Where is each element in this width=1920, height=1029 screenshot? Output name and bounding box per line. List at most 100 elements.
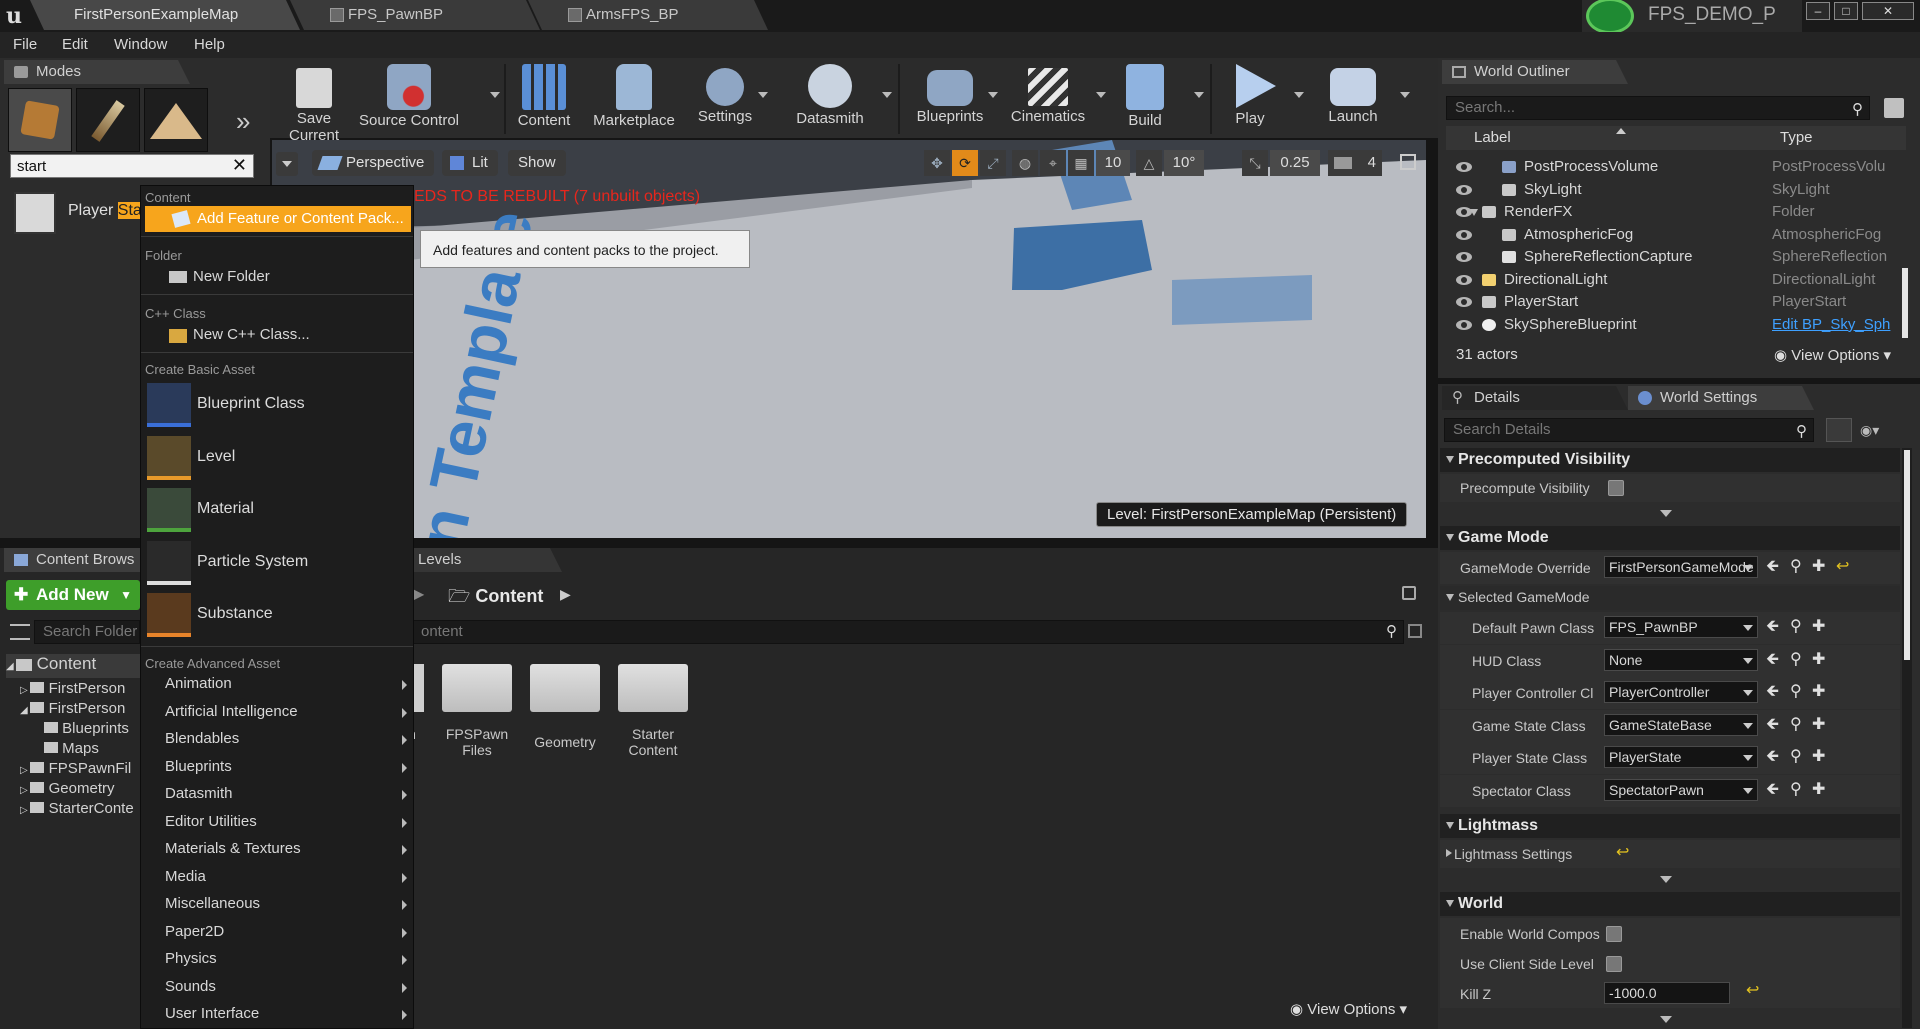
basic-asset-item[interactable]: Substance xyxy=(145,590,411,640)
advanced-asset-submenu[interactable]: Media xyxy=(141,865,413,889)
folder-tile-fpspawnfiles[interactable] xyxy=(442,658,512,712)
world-outliner-tab[interactable]: World Outliner xyxy=(1442,60,1628,84)
advanced-asset-submenu[interactable]: User Interface xyxy=(141,1002,413,1026)
basic-asset-item[interactable]: Blueprint Class xyxy=(145,380,411,430)
outliner-scrollbar-thumb[interactable] xyxy=(1902,268,1908,338)
landscape-mode-button[interactable] xyxy=(144,88,208,152)
more-modes-chevron-icon[interactable]: » xyxy=(236,106,250,137)
use-selected-arrow-icon[interactable]: 🡸 xyxy=(1766,714,1779,736)
gamemode-override-combo[interactable]: FirstPersonGameMode xyxy=(1604,556,1758,578)
settings-dropdown-arrow[interactable] xyxy=(758,92,768,98)
rotate-tool-icon[interactable]: ⟳ xyxy=(952,150,978,176)
launch-button[interactable]: Launch xyxy=(1312,58,1394,138)
advanced-asset-submenu[interactable]: Miscellaneous xyxy=(141,892,413,916)
basic-asset-item[interactable]: Particle System xyxy=(145,538,411,588)
add-plus-icon[interactable]: ✚ xyxy=(1812,649,1825,671)
translate-tool-icon[interactable]: ✥ xyxy=(924,150,950,176)
browse-icon[interactable]: ⚲ xyxy=(1790,649,1802,671)
add-plus-icon[interactable]: ✚ xyxy=(1812,616,1825,638)
add-plus-icon[interactable]: ✚ xyxy=(1812,714,1825,736)
details-tab[interactable]: ⚲ Details xyxy=(1442,386,1628,410)
tree-item-startercontent[interactable]: ▷ StarterConte xyxy=(20,800,134,817)
actor-type[interactable]: Edit BP_Sky_Sph xyxy=(1772,314,1896,336)
add-folder-icon[interactable] xyxy=(1884,98,1904,118)
browse-icon[interactable]: ⚲ xyxy=(1790,746,1802,768)
outliner-row[interactable]: PostProcessVolume PostProcessVolu xyxy=(1446,156,1906,178)
advanced-asset-submenu[interactable]: Editor Utilities xyxy=(141,810,413,834)
advanced-asset-submenu[interactable]: Animation xyxy=(141,672,413,696)
browse-icon[interactable]: ⚲ xyxy=(1790,714,1802,736)
scale-snap-value[interactable]: 0.25 xyxy=(1270,150,1320,176)
expand-advanced-icon[interactable] xyxy=(1660,876,1672,883)
outliner-row[interactable]: PlayerStart PlayerStart xyxy=(1446,291,1906,313)
levels-tab[interactable]: Levels xyxy=(402,548,562,572)
basic-asset-item[interactable]: Material xyxy=(145,485,411,535)
unreal-logo-icon[interactable]: u xyxy=(6,4,28,28)
outliner-view-options[interactable]: ◉ View Options ▾ xyxy=(1774,346,1891,364)
use-selected-arrow-icon[interactable]: 🡸 xyxy=(1766,681,1779,703)
label-column-header[interactable]: Label xyxy=(1474,129,1511,146)
visibility-eye-icon[interactable] xyxy=(1456,274,1472,285)
visibility-eye-icon[interactable] xyxy=(1456,252,1472,262)
modes-search-input[interactable]: start ✕ xyxy=(10,154,254,178)
source-control-dropdown-arrow[interactable] xyxy=(490,92,500,98)
show-button[interactable]: Show xyxy=(508,150,566,176)
add-feature-or-content-pack-item[interactable]: Add Feature or Content Pack... xyxy=(145,206,411,232)
scale-tool-icon[interactable]: ⤢ xyxy=(980,150,1006,176)
search-assets-input[interactable]: ontent ⚲ xyxy=(412,620,1404,644)
class-combo[interactable]: FPS_PawnBP xyxy=(1604,616,1758,638)
use-selected-arrow-icon[interactable]: 🡸 xyxy=(1766,616,1779,638)
advanced-asset-submenu[interactable]: Sounds xyxy=(141,975,413,999)
clear-search-icon[interactable]: ✕ xyxy=(232,155,247,176)
modes-tab[interactable]: Modes xyxy=(4,60,190,84)
advanced-asset-submenu[interactable]: Materials & Textures xyxy=(141,837,413,861)
tree-item-fpspawnfiles[interactable]: ▷ FPSPawnFil xyxy=(20,760,131,777)
camera-speed-button[interactable]: 4 xyxy=(1328,150,1382,176)
tree-item-blueprints[interactable]: Blueprints xyxy=(44,720,129,737)
save-current-button[interactable]: Save Current xyxy=(274,58,354,144)
path-breadcrumb[interactable]: 🗁 Content xyxy=(448,584,543,614)
tab-arms-fps-bp[interactable]: ArmsFPS_BP xyxy=(528,0,768,30)
build-dropdown-arrow[interactable] xyxy=(1194,92,1204,98)
collapse-arrow-icon[interactable] xyxy=(1470,209,1478,216)
cinematics-dropdown-arrow[interactable] xyxy=(1096,92,1106,98)
outliner-search-input[interactable]: Search... ⚲ xyxy=(1446,96,1870,120)
browse-icon[interactable]: ⚲ xyxy=(1790,681,1802,703)
datasmith-dropdown-arrow[interactable] xyxy=(882,92,892,98)
marketplace-button[interactable]: Marketplace xyxy=(588,58,680,138)
tree-item-maps[interactable]: Maps xyxy=(44,740,99,757)
new-cpp-class-item[interactable]: New C++ Class... xyxy=(141,322,413,348)
tree-item-geometry[interactable]: ▷ Geometry xyxy=(20,780,115,797)
outliner-row[interactable]: SkySphereBlueprint Edit BP_Sky_Sph xyxy=(1446,314,1906,336)
property-matrix-icon[interactable] xyxy=(1826,418,1852,442)
use-selected-arrow-icon[interactable]: 🡸 xyxy=(1766,779,1779,801)
visibility-eye-icon[interactable] xyxy=(1456,184,1472,195)
browse-icon[interactable]: ⚲ xyxy=(1790,779,1802,801)
lit-button[interactable]: Lit xyxy=(442,150,498,176)
visibility-eye-icon[interactable] xyxy=(1456,319,1472,330)
world-space-icon[interactable]: ◍ xyxy=(1012,150,1038,176)
advanced-asset-submenu[interactable]: Artificial Intelligence xyxy=(141,700,413,724)
class-combo[interactable]: GameStateBase xyxy=(1604,713,1758,736)
build-button[interactable]: Build xyxy=(1112,58,1178,138)
basic-asset-item[interactable]: Level xyxy=(145,433,411,483)
outliner-row[interactable]: DirectionalLight DirectionalLight xyxy=(1446,269,1906,291)
visibility-eye-icon[interactable] xyxy=(1456,162,1472,172)
rotation-snap-value[interactable]: 10° xyxy=(1164,150,1204,176)
blueprints-button[interactable]: Blueprints xyxy=(910,58,990,138)
tree-item-firstperson-2[interactable]: ◢ FirstPerson xyxy=(20,700,125,717)
expand-advanced-icon[interactable] xyxy=(1660,510,1672,517)
advanced-asset-submenu[interactable]: Physics xyxy=(141,947,413,971)
cinematics-button[interactable]: Cinematics xyxy=(1008,58,1088,138)
expand-advanced-icon[interactable] xyxy=(1660,1016,1672,1023)
tree-item-content[interactable]: ◢ Content xyxy=(6,654,140,678)
use-selected-arrow-icon[interactable]: 🡸 xyxy=(1766,556,1779,578)
tab-first-person-map[interactable]: FirstPersonExampleMap xyxy=(30,0,300,30)
game-mode-header[interactable]: Game Mode xyxy=(1440,526,1900,550)
datasmith-button[interactable]: Datasmith xyxy=(782,58,878,138)
precomputed-visibility-header[interactable]: Precomputed Visibility xyxy=(1440,448,1900,472)
precompute-visibility-checkbox[interactable] xyxy=(1608,480,1624,496)
use-client-side-level-checkbox[interactable] xyxy=(1606,956,1622,972)
use-selected-arrow-icon[interactable]: 🡸 xyxy=(1766,649,1779,671)
launch-dropdown-arrow[interactable] xyxy=(1400,92,1410,98)
